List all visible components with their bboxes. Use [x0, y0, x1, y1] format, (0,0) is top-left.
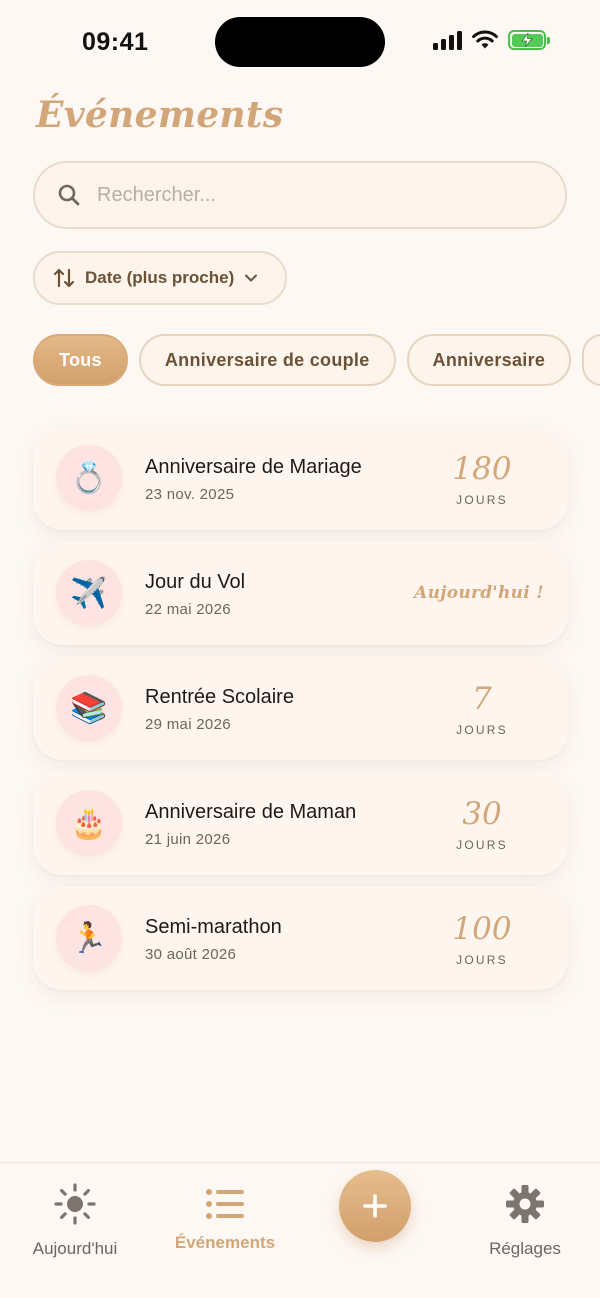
event-today-badge: Aujourd'hui ! [414, 583, 544, 603]
sort-label: Date (plus proche) [85, 268, 235, 287]
page-title: Événements [36, 94, 284, 136]
category-filters: Tous Anniversaire de couple Anniversaire [33, 334, 600, 386]
list-icon [206, 1189, 244, 1219]
tab-settings-label: Réglages [489, 1239, 561, 1258]
status-time: 09:41 [82, 28, 149, 56]
tab-events-label: Événements [174, 1233, 276, 1252]
filter-chip-more[interactable] [582, 334, 600, 386]
event-date: 23 nov. 2025 [145, 486, 235, 503]
plus-icon [363, 1194, 387, 1218]
event-title: Anniversaire de Mariage [145, 456, 362, 478]
event-date: 29 mai 2026 [145, 716, 231, 733]
books-icon: 📚 [56, 675, 122, 741]
event-date: 30 août 2026 [145, 946, 237, 963]
filter-chip-couple-anniversary[interactable]: Anniversaire de couple [138, 334, 396, 386]
ring-icon: 💍 [56, 445, 122, 511]
event-days-count: 7 [472, 681, 492, 717]
sort-arrows-icon [53, 268, 75, 288]
event-card[interactable]: ✈️ Jour du Vol 22 mai 2026 Aujourd'hui ! [33, 541, 568, 645]
runner-icon: 🏃 [56, 905, 122, 971]
event-list: 💍 Anniversaire de Mariage 23 nov. 2025 1… [33, 426, 568, 1001]
filter-chip-all[interactable]: Tous [33, 334, 128, 386]
event-title: Rentrée Scolaire [145, 686, 294, 708]
event-days-count: 30 [462, 796, 502, 832]
dynamic-island [215, 17, 385, 67]
bottom-tab-bar: Aujourd'hui Événements Réglages [0, 1162, 600, 1298]
event-days-unit: JOURS [456, 493, 508, 507]
tab-events[interactable]: Événements [150, 1183, 300, 1253]
status-bar: 09:41 [0, 0, 600, 84]
event-card[interactable]: 📚 Rentrée Scolaire 29 mai 2026 7 JOURS [33, 656, 568, 760]
event-date: 22 mai 2026 [145, 601, 231, 618]
search-icon [58, 184, 80, 206]
sort-button[interactable]: Date (plus proche) [33, 251, 287, 305]
tab-today-label: Aujourd'hui [32, 1239, 118, 1258]
airplane-icon: ✈️ [56, 560, 122, 626]
sun-icon [54, 1183, 96, 1225]
chevron-down-icon [245, 274, 258, 282]
battery-charging-icon [508, 30, 550, 50]
event-title: Semi-marathon [145, 916, 282, 938]
event-days-unit: JOURS [456, 838, 508, 852]
event-title: Jour du Vol [145, 571, 246, 593]
event-card[interactable]: 🏃 Semi-marathon 30 août 2026 100 JOURS [33, 886, 568, 990]
cellular-signal-icon [433, 30, 462, 50]
event-card[interactable]: 💍 Anniversaire de Mariage 23 nov. 2025 1… [33, 426, 568, 530]
wifi-icon [472, 30, 498, 49]
search-input[interactable] [97, 183, 517, 207]
cake-icon: 🎂 [56, 790, 122, 856]
event-days-unit: JOURS [456, 723, 508, 737]
gear-icon [506, 1185, 544, 1223]
tab-settings[interactable]: Réglages [450, 1183, 600, 1259]
add-event-button[interactable] [339, 1170, 411, 1242]
event-date: 21 juin 2026 [145, 831, 231, 848]
tab-today[interactable]: Aujourd'hui [0, 1183, 150, 1259]
filter-chip-birthday[interactable]: Anniversaire [406, 334, 572, 386]
event-card[interactable]: 🎂 Anniversaire de Maman 21 juin 2026 30 … [33, 771, 568, 875]
status-icons [433, 30, 550, 50]
event-title: Anniversaire de Maman [145, 801, 357, 823]
event-days-count: 180 [452, 451, 512, 487]
event-days-count: 100 [452, 911, 512, 947]
event-days-unit: JOURS [456, 953, 508, 967]
search-bar[interactable] [33, 161, 567, 229]
events-screen: 09:41 Événements Rechercher... Date (plu… [0, 0, 600, 1298]
